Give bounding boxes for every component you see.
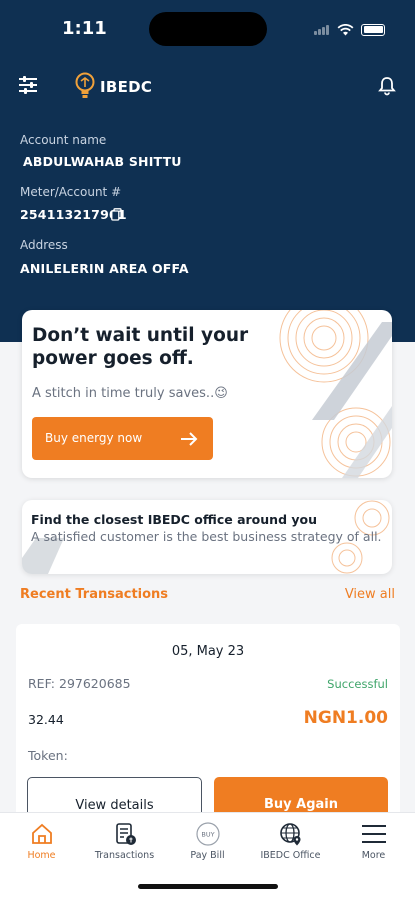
tab-more-label: More xyxy=(361,850,386,861)
tab-pay-bill[interactable]: BUY Pay Bill xyxy=(166,821,249,861)
office-globe-icon xyxy=(279,823,300,846)
ibedc-bulb-logo-icon xyxy=(75,72,95,98)
home-icon xyxy=(31,823,52,844)
tab-ibedc-office[interactable]: IBEDC Office xyxy=(249,821,332,861)
transaction-date: 05, May 23 xyxy=(171,644,245,659)
promo-decoration xyxy=(279,310,392,478)
copy-icon[interactable] xyxy=(111,208,122,221)
battery-icon xyxy=(361,23,385,36)
account-header: 1:11 IBEDC Account name ABDULWAHAB SHITT… xyxy=(0,0,415,342)
address-value: ANILELERIN AREA OFFA xyxy=(20,261,189,276)
dynamic-island xyxy=(149,12,267,46)
wifi-icon xyxy=(337,23,354,35)
tab-transactions[interactable]: Transactions xyxy=(83,821,166,861)
transaction-status-badge: Successful xyxy=(327,677,388,691)
pay-bill-icon: BUY xyxy=(195,822,220,846)
tab-transactions-label: Transactions xyxy=(94,850,155,861)
tab-ibedc-office-label: IBEDC Office xyxy=(260,850,321,861)
status-time: 1:11 xyxy=(62,18,107,39)
account-name-label: Account name xyxy=(20,133,107,147)
address-label: Address xyxy=(20,238,68,252)
transaction-ref: REF: 297620685 xyxy=(28,676,131,691)
transaction-token-label: Token: xyxy=(28,748,68,763)
transactions-icon xyxy=(115,823,136,845)
buy-energy-promo-card: Don’t wait until your power goes off. A … xyxy=(22,310,392,478)
account-name-value: ABDULWAHAB SHITTU xyxy=(23,154,182,169)
promo-subtitle: A stitch in time truly saves..😉 xyxy=(32,386,228,401)
status-icons xyxy=(314,20,385,39)
app-title: IBEDC xyxy=(100,78,153,96)
transaction-amount: NGN1.00 xyxy=(303,708,388,728)
promo-title: Don’t wait until your power goes off. xyxy=(32,325,249,369)
settings-sliders-icon[interactable] xyxy=(18,76,38,94)
tab-more[interactable]: More xyxy=(332,821,415,861)
find-office-card[interactable]: Find the closest IBEDC office around you… xyxy=(22,500,392,574)
buy-energy-button-label: Buy energy now xyxy=(45,431,143,445)
top-bar: IBEDC xyxy=(0,72,415,102)
tab-home[interactable]: Home xyxy=(0,821,83,861)
tab-pay-bill-label: Pay Bill xyxy=(190,850,225,861)
notification-bell-icon[interactable] xyxy=(377,76,397,96)
tab-home-label: Home xyxy=(27,850,56,861)
svg-text:BUY: BUY xyxy=(201,831,214,839)
office-card-subtitle: A satisfied customer is the best busines… xyxy=(31,529,382,544)
transaction-units: 32.44 xyxy=(28,712,64,727)
buy-energy-button[interactable]: Buy energy now xyxy=(32,417,213,460)
transaction-card: 05, May 23 REF: 297620685 Successful 32.… xyxy=(16,624,400,824)
view-all-link[interactable]: View all xyxy=(345,587,395,602)
office-card-title: Find the closest IBEDC office around you xyxy=(31,512,317,527)
recent-transactions-title: Recent Transactions xyxy=(20,587,169,602)
arrow-right-icon xyxy=(181,432,198,446)
cellular-signal-icon xyxy=(314,20,330,39)
menu-icon xyxy=(361,825,386,843)
home-indicator xyxy=(138,884,278,889)
meter-number-label: Meter/Account # xyxy=(20,185,122,199)
